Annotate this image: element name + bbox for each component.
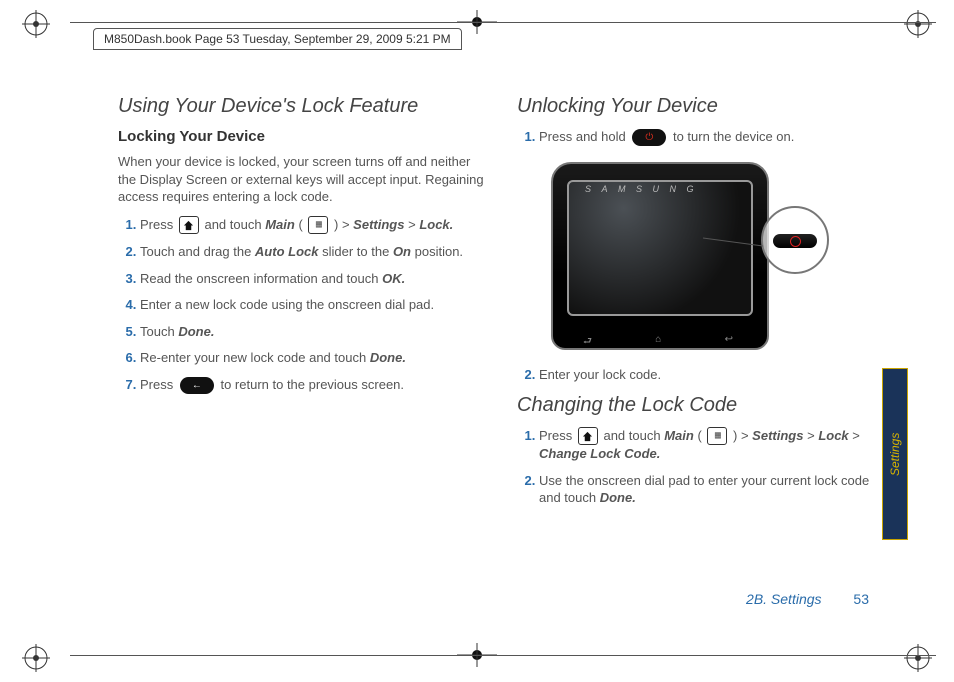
unlocking-step-2: Enter your lock code. (539, 366, 884, 384)
text: and touch (204, 217, 265, 232)
locking-step-5: Touch Done. (140, 323, 485, 341)
document-meta-bar: M850Dash.book Page 53 Tuesday, September… (93, 28, 462, 50)
on-label: On (393, 244, 411, 259)
text: Press (140, 377, 177, 392)
section-heading-changing-code: Changing the Lock Code (517, 394, 884, 417)
left-column: Using Your Device's Lock Feature Locking… (118, 95, 485, 592)
home-icon (179, 216, 199, 234)
back-arrow-icon: ← (180, 377, 214, 394)
footer-page-number: 53 (853, 591, 869, 607)
power-button-callout (761, 206, 829, 274)
text: slider to the (322, 244, 393, 259)
crop-mark-top-left (22, 10, 50, 38)
power-symbol-icon (790, 236, 801, 247)
menu-main-label: Main (664, 428, 694, 443)
side-tab-settings: Settings (882, 368, 908, 540)
power-button-closeup (773, 234, 817, 248)
section-heading-unlocking: Unlocking Your Device (517, 95, 884, 118)
footer-section-label: 2B. Settings (746, 591, 822, 607)
ok-label: OK. (382, 271, 405, 286)
text: Press (539, 428, 576, 443)
locking-step-7: Press ← to return to the previous screen… (140, 376, 485, 394)
menu-lock-label: Lock (818, 428, 848, 443)
crop-mark-bottom-left (22, 644, 50, 672)
text: to turn the device on. (673, 129, 794, 144)
text: > (852, 428, 860, 443)
text: and touch (603, 428, 664, 443)
subsection-heading-locking: Locking Your Device (118, 128, 485, 145)
header-rule (70, 22, 936, 23)
text: ( (697, 428, 705, 443)
locking-steps-list: Press and touch Main ( ▦ ) > Settings > … (118, 216, 485, 394)
text: Press and hold (539, 129, 629, 144)
unlocking-step-1: Press and hold ⏻ to turn the device on. (539, 128, 884, 146)
spine-mark-bottom (457, 643, 497, 672)
home-icon (578, 427, 598, 445)
spine-mark-top (457, 10, 497, 39)
text: Use the onscreen dial pad to enter your … (539, 473, 869, 506)
crop-mark-top-right (904, 10, 932, 38)
text: Press (140, 217, 177, 232)
done-label: Done. (370, 350, 406, 365)
unlocking-steps-list: Press and hold ⏻ to turn the device on. (517, 128, 884, 146)
text: Read the onscreen information and touch (140, 271, 382, 286)
locking-step-6: Re-enter your new lock code and touch Do… (140, 349, 485, 367)
menu-main-label: Main (265, 217, 295, 232)
text: ) > (334, 217, 353, 232)
phone-soft-keys: ⮐⌂↩ (583, 334, 733, 352)
done-label: Done. (178, 324, 214, 339)
text: ( (298, 217, 306, 232)
intro-paragraph: When your device is locked, your screen … (118, 153, 485, 206)
text: > (807, 428, 818, 443)
text: > (408, 217, 419, 232)
changing-step-2: Use the onscreen dial pad to enter your … (539, 472, 884, 507)
main-grid-icon: ▦ (308, 216, 328, 234)
locking-step-3: Read the onscreen information and touch … (140, 270, 485, 288)
locking-step-2: Touch and drag the Auto Lock slider to t… (140, 243, 485, 261)
auto-lock-label: Auto Lock (255, 244, 319, 259)
menu-lock-label: Lock. (419, 217, 453, 232)
changing-step-1: Press and touch Main ( ▦ ) > Settings > … (539, 427, 884, 463)
text: to return to the previous screen. (220, 377, 404, 392)
text: Touch and drag the (140, 244, 255, 259)
power-button-icon: ⏻ (632, 129, 666, 146)
crop-mark-bottom-right (904, 644, 932, 672)
menu-settings-label: Settings (752, 428, 803, 443)
right-column: Unlocking Your Device Press and hold ⏻ t… (517, 95, 884, 592)
menu-change-lock-code-label: Change Lock Code. (539, 446, 660, 461)
text: ) > (733, 428, 752, 443)
text: Re-enter your new lock code and touch (140, 350, 370, 365)
content-area: Using Your Device's Lock Feature Locking… (118, 95, 884, 592)
changing-code-steps-list: Press and touch Main ( ▦ ) > Settings > … (517, 427, 884, 507)
section-heading-lock-feature: Using Your Device's Lock Feature (118, 95, 485, 118)
locking-step-1: Press and touch Main ( ▦ ) > Settings > … (140, 216, 485, 235)
text: position. (415, 244, 463, 259)
unlocking-steps-list-2: Enter your lock code. (517, 366, 884, 384)
page-root: M850Dash.book Page 53 Tuesday, September… (0, 0, 954, 682)
done-label: Done. (600, 490, 636, 505)
menu-settings-label: Settings (353, 217, 404, 232)
device-illustration: S A M S U N G ⮐⌂↩ (523, 156, 833, 356)
locking-step-4: Enter a new lock code using the onscreen… (140, 296, 485, 314)
footer-rule (70, 655, 936, 656)
phone-brand-text: S A M S U N G (585, 184, 698, 194)
main-grid-icon: ▦ (707, 427, 727, 445)
text: Touch (140, 324, 178, 339)
page-footer: 2B. Settings 53 (746, 591, 869, 607)
